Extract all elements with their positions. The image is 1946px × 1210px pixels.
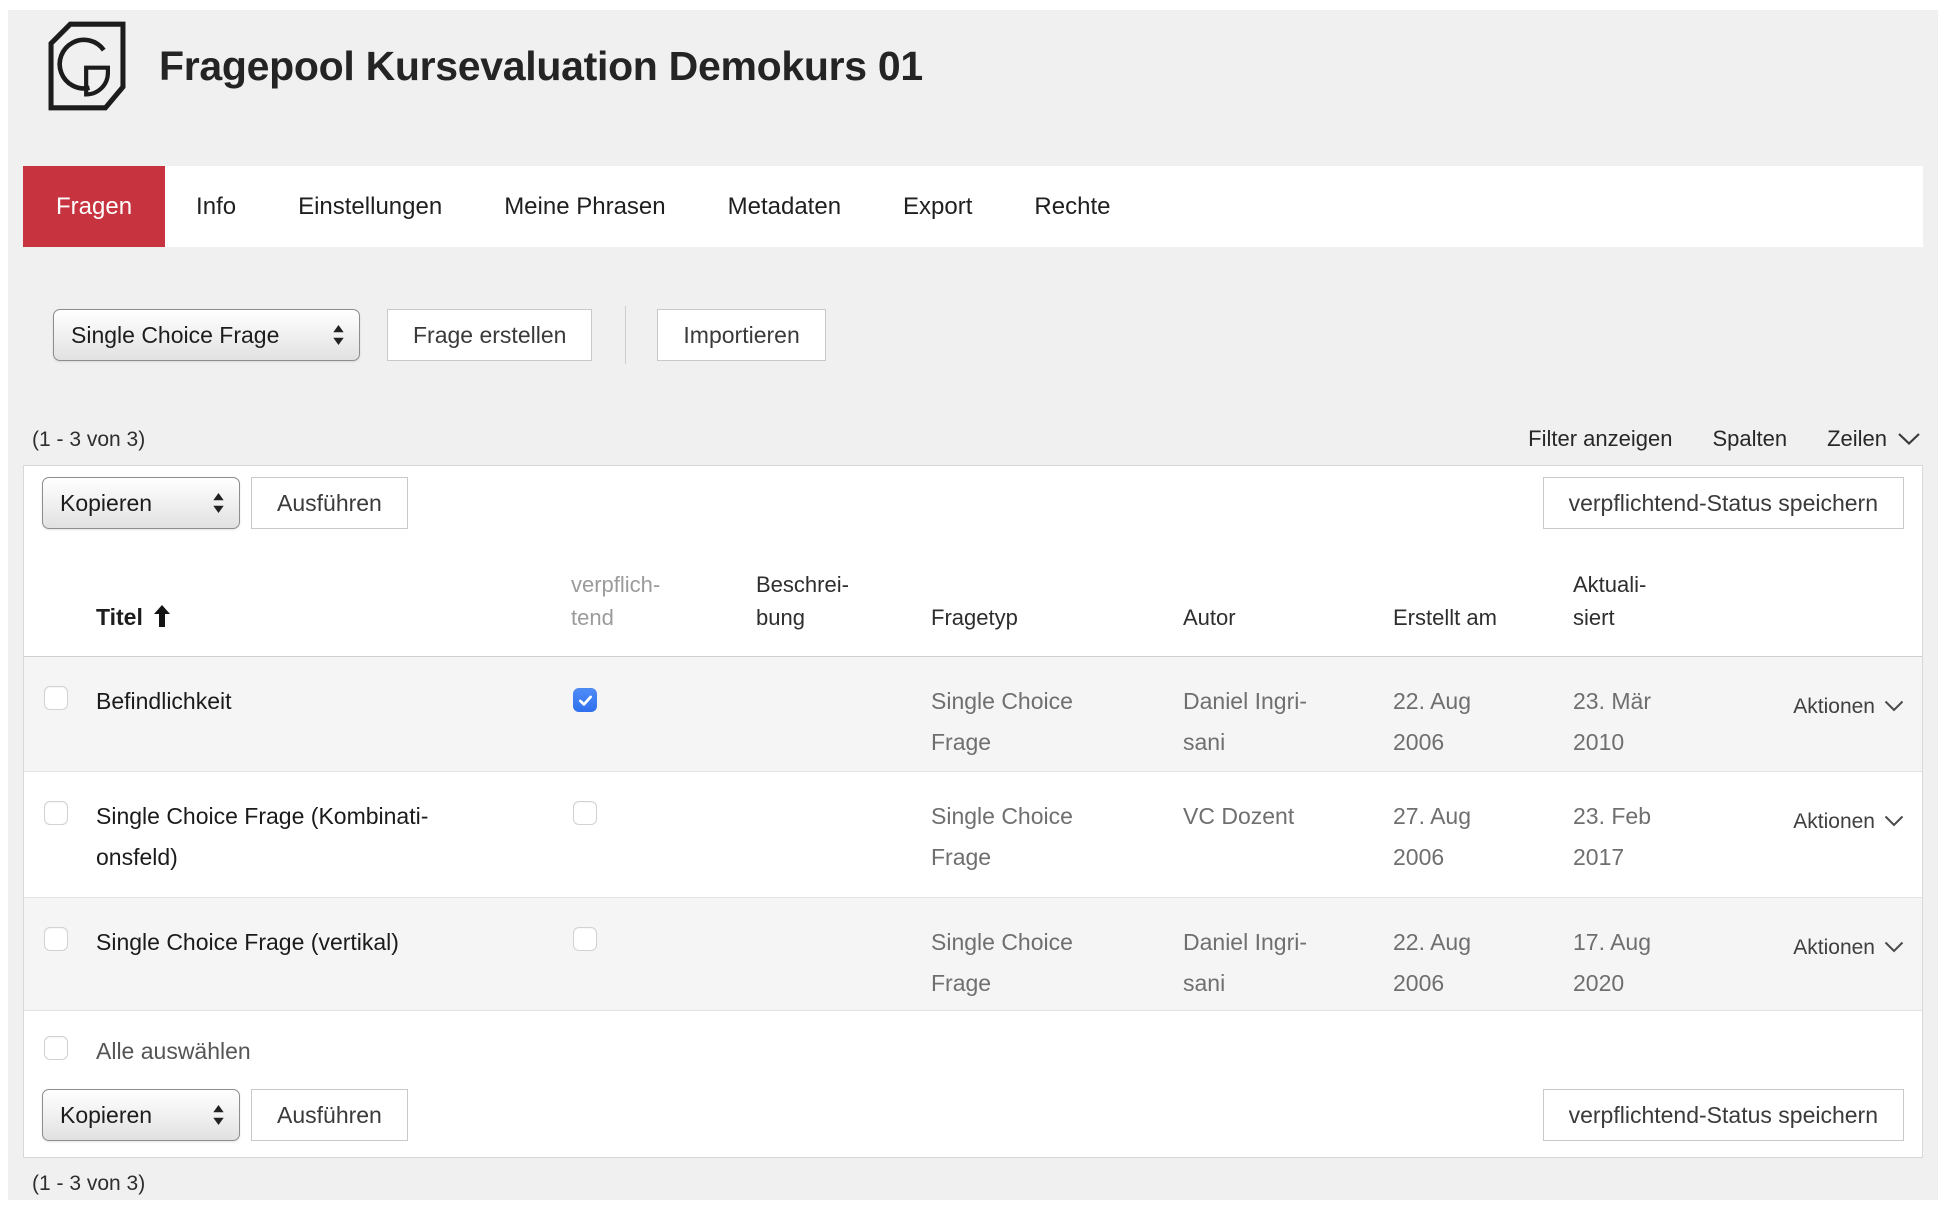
- author-cell: VC Dozent: [1183, 771, 1393, 897]
- table-toolbar-bottom: Kopieren Ausführen verpflichtend-Status …: [24, 1073, 1922, 1157]
- actions-dropdown[interactable]: Aktionen: [1793, 686, 1904, 727]
- row-select-checkbox[interactable]: [44, 686, 68, 710]
- result-range-top: (1 - 3 von 3): [23, 428, 145, 452]
- chevron-down-icon: [1897, 432, 1921, 446]
- tab-fragen[interactable]: Fragen: [23, 166, 165, 247]
- import-button[interactable]: Importieren: [657, 309, 825, 361]
- execute-button-bottom[interactable]: Ausführen: [251, 1089, 408, 1141]
- question-title-link[interactable]: Single Choice Frage (vertikal): [96, 897, 571, 1010]
- question-type-cell: Single Choice Frage: [931, 897, 1183, 1010]
- table-row: Single Choice Frage (Kombinati- onsfeld)…: [24, 771, 1922, 897]
- rows-link-label: Zeilen: [1827, 426, 1887, 452]
- creation-controls: Single Choice Frage Frage erstellen Impo…: [23, 306, 1923, 364]
- row-select-checkbox[interactable]: [44, 927, 68, 951]
- question-title-link[interactable]: Befindlichkeit: [96, 656, 571, 771]
- column-header-fragetyp[interactable]: Fragetyp: [931, 540, 1183, 656]
- table-row: Single Choice Frage (vertikal) Single Ch…: [24, 897, 1922, 1010]
- table-toolbar-top: Kopieren Ausführen verpflichtend-Status …: [24, 466, 1922, 540]
- tab-meine-phrasen[interactable]: Meine Phrasen: [473, 166, 696, 247]
- question-type-select-value: Single Choice Frage: [71, 322, 279, 349]
- chevron-down-icon: [1884, 815, 1904, 827]
- page: Fragepool Kursevaluation Demokurs 01 Fra…: [8, 10, 1938, 1200]
- save-mandatory-status-button-bottom[interactable]: verpflichtend-Status speichern: [1543, 1089, 1904, 1141]
- tab-einstellungen[interactable]: Einstellungen: [267, 166, 473, 247]
- updated-cell: 23. Feb 2017: [1573, 771, 1770, 897]
- table-header-row: Titel verpflich- tend Beschrei- bung Fra…: [24, 540, 1922, 656]
- question-table-panel: Kopieren Ausführen verpflichtend-Status …: [23, 465, 1923, 1158]
- author-cell: Daniel Ingri- sani: [1183, 897, 1393, 1010]
- actions-dropdown[interactable]: Aktionen: [1793, 801, 1904, 842]
- toolbar-divider: [625, 306, 626, 364]
- column-header-beschreibung[interactable]: Beschrei- bung: [756, 540, 931, 656]
- sort-ascending-icon: [153, 605, 171, 627]
- select-arrows-icon: [211, 1102, 226, 1128]
- select-arrows-icon: [211, 490, 226, 516]
- tab-export[interactable]: Export: [872, 166, 1003, 247]
- chevron-down-icon: [1884, 700, 1904, 712]
- created-cell: 22. Aug 2006: [1393, 656, 1573, 771]
- question-type-cell: Single Choice Frage: [931, 771, 1183, 897]
- tab-metadaten[interactable]: Metadaten: [697, 166, 872, 247]
- table-row: Befindlichkeit Single Choice Frage Danie…: [24, 656, 1922, 771]
- result-range-bottom: (1 - 3 von 3): [23, 1172, 1923, 1196]
- author-cell: Daniel Ingri- sani: [1183, 656, 1393, 771]
- column-header-titel[interactable]: Titel: [96, 540, 571, 656]
- description-cell: [756, 771, 931, 897]
- description-cell: [756, 897, 931, 1010]
- rows-link[interactable]: Zeilen: [1827, 426, 1921, 452]
- actions-dropdown[interactable]: Aktionen: [1793, 927, 1904, 968]
- select-arrows-icon: [331, 322, 346, 348]
- execute-button[interactable]: Ausführen: [251, 477, 408, 529]
- bulk-action-select[interactable]: Kopieren: [42, 477, 240, 529]
- question-type-cell: Single Choice Frage: [931, 656, 1183, 771]
- updated-cell: 17. Aug 2020: [1573, 897, 1770, 1010]
- bulk-action-select-bottom[interactable]: Kopieren: [42, 1089, 240, 1141]
- questionpool-icon: [45, 20, 129, 112]
- created-cell: 27. Aug 2006: [1393, 771, 1573, 897]
- table-meta-row: (1 - 3 von 3) Filter anzeigen Spalten Ze…: [23, 426, 1923, 452]
- updated-cell: 23. Mär 2010: [1573, 656, 1770, 771]
- show-filter-link[interactable]: Filter anzeigen: [1528, 426, 1672, 452]
- row-select-checkbox[interactable]: [44, 801, 68, 825]
- select-all-label: Alle auswählen: [96, 1010, 1922, 1073]
- mandatory-checkbox[interactable]: [573, 801, 597, 825]
- bulk-action-select-value: Kopieren: [60, 490, 152, 517]
- column-header-aktualisiert[interactable]: Aktuali- siert: [1573, 540, 1770, 656]
- column-header-verpflichtend: verpflich- tend: [571, 540, 756, 656]
- question-title-link[interactable]: Single Choice Frage (Kombinati- onsfeld): [96, 771, 571, 897]
- page-title: Fragepool Kursevaluation Demokurs 01: [159, 24, 923, 108]
- table-view-links: Filter anzeigen Spalten Zeilen: [1528, 426, 1923, 452]
- mandatory-checkbox[interactable]: [573, 688, 597, 712]
- description-cell: [756, 656, 931, 771]
- bulk-action-select-value: Kopieren: [60, 1102, 152, 1129]
- select-all-checkbox[interactable]: [44, 1036, 68, 1060]
- created-cell: 22. Aug 2006: [1393, 897, 1573, 1010]
- question-table: Titel verpflich- tend Beschrei- bung Fra…: [24, 540, 1922, 1073]
- save-mandatory-status-button-top[interactable]: verpflichtend-Status speichern: [1543, 477, 1904, 529]
- tab-info[interactable]: Info: [165, 166, 267, 247]
- chevron-down-icon: [1884, 941, 1904, 953]
- tab-bar: Fragen Info Einstellungen Meine Phrasen …: [23, 166, 1923, 247]
- columns-link[interactable]: Spalten: [1712, 426, 1787, 452]
- select-all-row: Alle auswählen: [24, 1010, 1922, 1073]
- mandatory-checkbox[interactable]: [573, 927, 597, 951]
- question-type-select[interactable]: Single Choice Frage: [53, 309, 360, 361]
- page-header: Fragepool Kursevaluation Demokurs 01: [8, 10, 1938, 166]
- column-header-autor[interactable]: Autor: [1183, 540, 1393, 656]
- create-question-button[interactable]: Frage erstellen: [387, 309, 592, 361]
- column-header-erstellt-am[interactable]: Erstellt am: [1393, 540, 1573, 656]
- header-checkbox-spacer: [24, 540, 96, 656]
- column-header-actions: [1770, 540, 1922, 656]
- tab-rechte[interactable]: Rechte: [1003, 166, 1141, 247]
